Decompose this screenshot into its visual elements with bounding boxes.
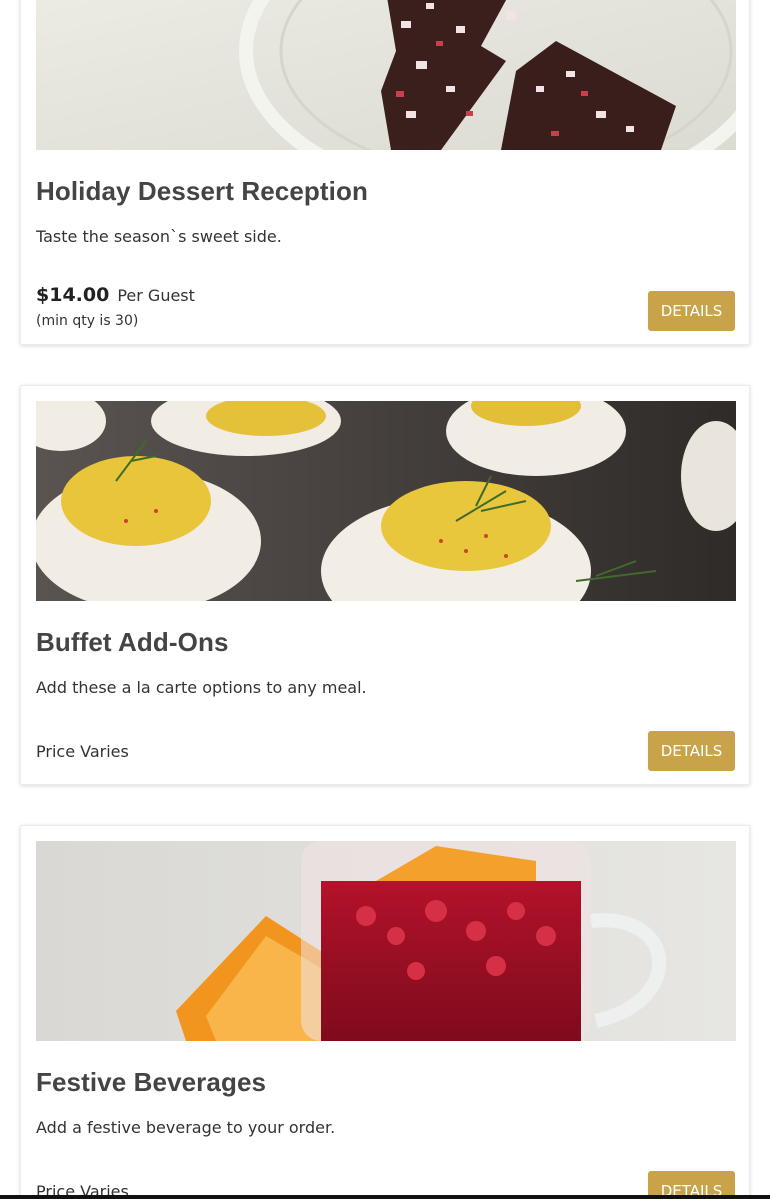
card-image-deviled-eggs[interactable] <box>36 401 736 601</box>
price-varies: Price Varies <box>36 742 129 761</box>
menu-card-holiday-dessert[interactable]: Holiday Dessert Reception Taste the seas… <box>20 0 750 345</box>
details-button[interactable]: DETAILS <box>648 291 735 331</box>
card-title[interactable]: Festive Beverages <box>36 1067 266 1098</box>
card-image-cranberry-punch[interactable] <box>36 841 736 1041</box>
details-button[interactable]: DETAILS <box>648 731 735 771</box>
card-description: Add a festive beverage to your order. <box>36 1118 336 1137</box>
bottom-edge-bar <box>0 1195 770 1199</box>
catering-menu-page: Holiday Dessert Reception Taste the seas… <box>0 0 770 1199</box>
card-title[interactable]: Buffet Add-Ons <box>36 627 229 658</box>
card-description: Taste the season`s sweet side. <box>36 227 282 246</box>
price-row: $14.00 Per Guest <box>36 284 195 306</box>
card-title[interactable]: Holiday Dessert Reception <box>36 176 368 207</box>
price-value: $14.00 <box>36 284 110 306</box>
price-unit: Per Guest <box>117 286 195 305</box>
min-qty-note: (min qty is 30) <box>36 313 139 329</box>
menu-card-festive-beverages[interactable]: Festive Beverages Add a festive beverage… <box>20 825 750 1199</box>
menu-card-buffet-add-ons[interactable]: Buffet Add-Ons Add these a la carte opti… <box>20 385 750 785</box>
card-image-peppermint-bark[interactable] <box>36 0 736 150</box>
card-description: Add these a la carte options to any meal… <box>36 678 367 697</box>
